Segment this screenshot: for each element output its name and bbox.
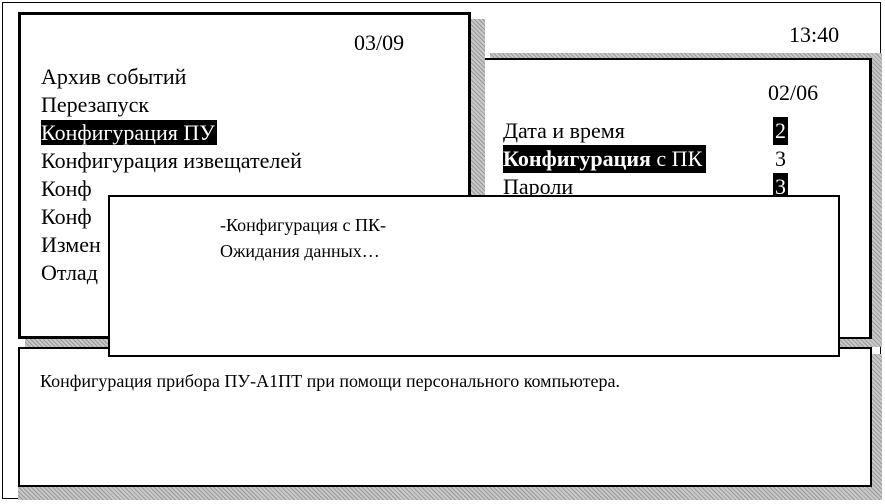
- dialog-title: -Конфигурация с ПК-: [220, 215, 386, 235]
- dialog-box: -Конфигурация с ПК- Ожидания данных…: [108, 195, 840, 357]
- main-menu-item-restart[interactable]: Перезапуск: [41, 91, 304, 119]
- description-text: Конфигурация прибора ПУ-А1ПТ при помощи …: [40, 371, 620, 391]
- sub-menu-counter: 02/06: [768, 80, 819, 105]
- sub-menu-item-value: 2: [773, 117, 788, 145]
- sub-menu-item-label-bold: Конфигурация: [503, 146, 651, 171]
- description-panel: Конфигурация прибора ПУ-А1ПТ при помощи …: [18, 347, 872, 487]
- main-menu-item-event-archive[interactable]: Архив событий: [41, 63, 304, 91]
- main-menu-item-pu-config[interactable]: Конфигурация ПУ: [41, 119, 304, 147]
- sub-menu-item-value: 3: [775, 146, 786, 171]
- sub-menu-item-date-time[interactable]: Дата и время: [503, 117, 625, 145]
- main-menu-item-detector-config[interactable]: Конфигурация извещателей: [41, 147, 304, 175]
- dialog-message: Ожидания данных…: [220, 241, 380, 261]
- main-menu-counter: 03/09: [354, 30, 405, 55]
- sub-menu-item-label-rest: с ПК: [650, 146, 703, 171]
- clock: 13:40: [789, 22, 840, 47]
- device-screen: 13:40 02/06 Дата и время 2 Конфигурация …: [2, 2, 882, 500]
- sub-menu-item-pc-config[interactable]: Конфигурация с ПК: [503, 145, 707, 173]
- sub-menu-item-label: Дата и время: [503, 118, 625, 143]
